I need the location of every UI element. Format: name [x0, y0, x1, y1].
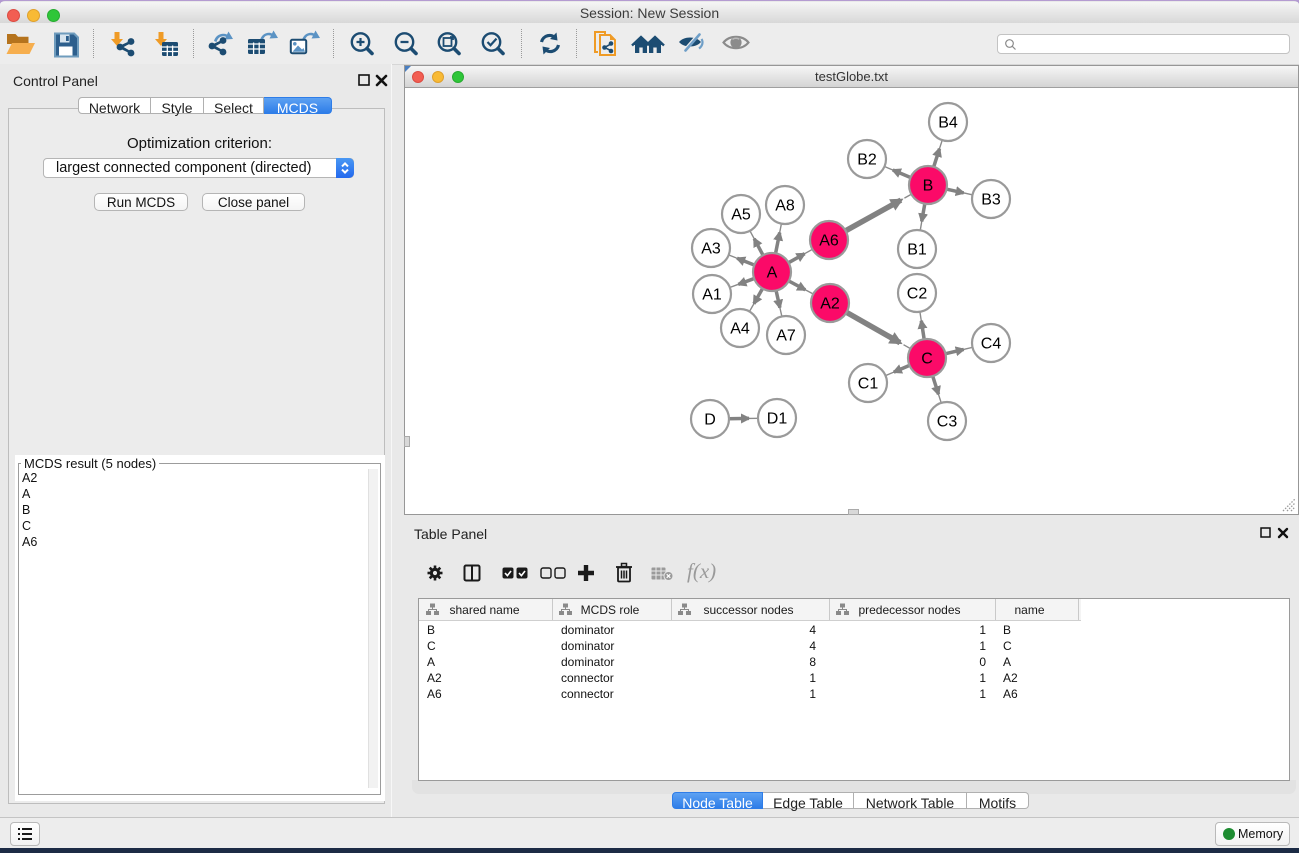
- svg-text:A1: A1: [702, 287, 722, 304]
- svg-text:B1: B1: [907, 242, 927, 259]
- svg-text:A2: A2: [820, 296, 840, 313]
- svg-text:A: A: [767, 265, 778, 282]
- svg-text:D1: D1: [767, 411, 788, 428]
- svg-text:B: B: [923, 178, 934, 195]
- svg-text:A3: A3: [701, 241, 721, 258]
- svg-text:A6: A6: [819, 233, 839, 250]
- svg-text:C4: C4: [981, 336, 1002, 353]
- svg-text:A7: A7: [776, 328, 796, 345]
- svg-text:C2: C2: [907, 286, 928, 303]
- svg-text:A8: A8: [775, 198, 795, 215]
- svg-text:C1: C1: [858, 376, 879, 393]
- svg-text:C: C: [921, 351, 933, 368]
- svg-text:B4: B4: [938, 115, 958, 132]
- svg-text:A4: A4: [730, 321, 750, 338]
- svg-text:B2: B2: [857, 152, 877, 169]
- svg-text:B3: B3: [981, 192, 1001, 209]
- svg-text:D: D: [704, 412, 716, 429]
- svg-text:C3: C3: [937, 414, 958, 431]
- svg-text:A5: A5: [731, 207, 751, 224]
